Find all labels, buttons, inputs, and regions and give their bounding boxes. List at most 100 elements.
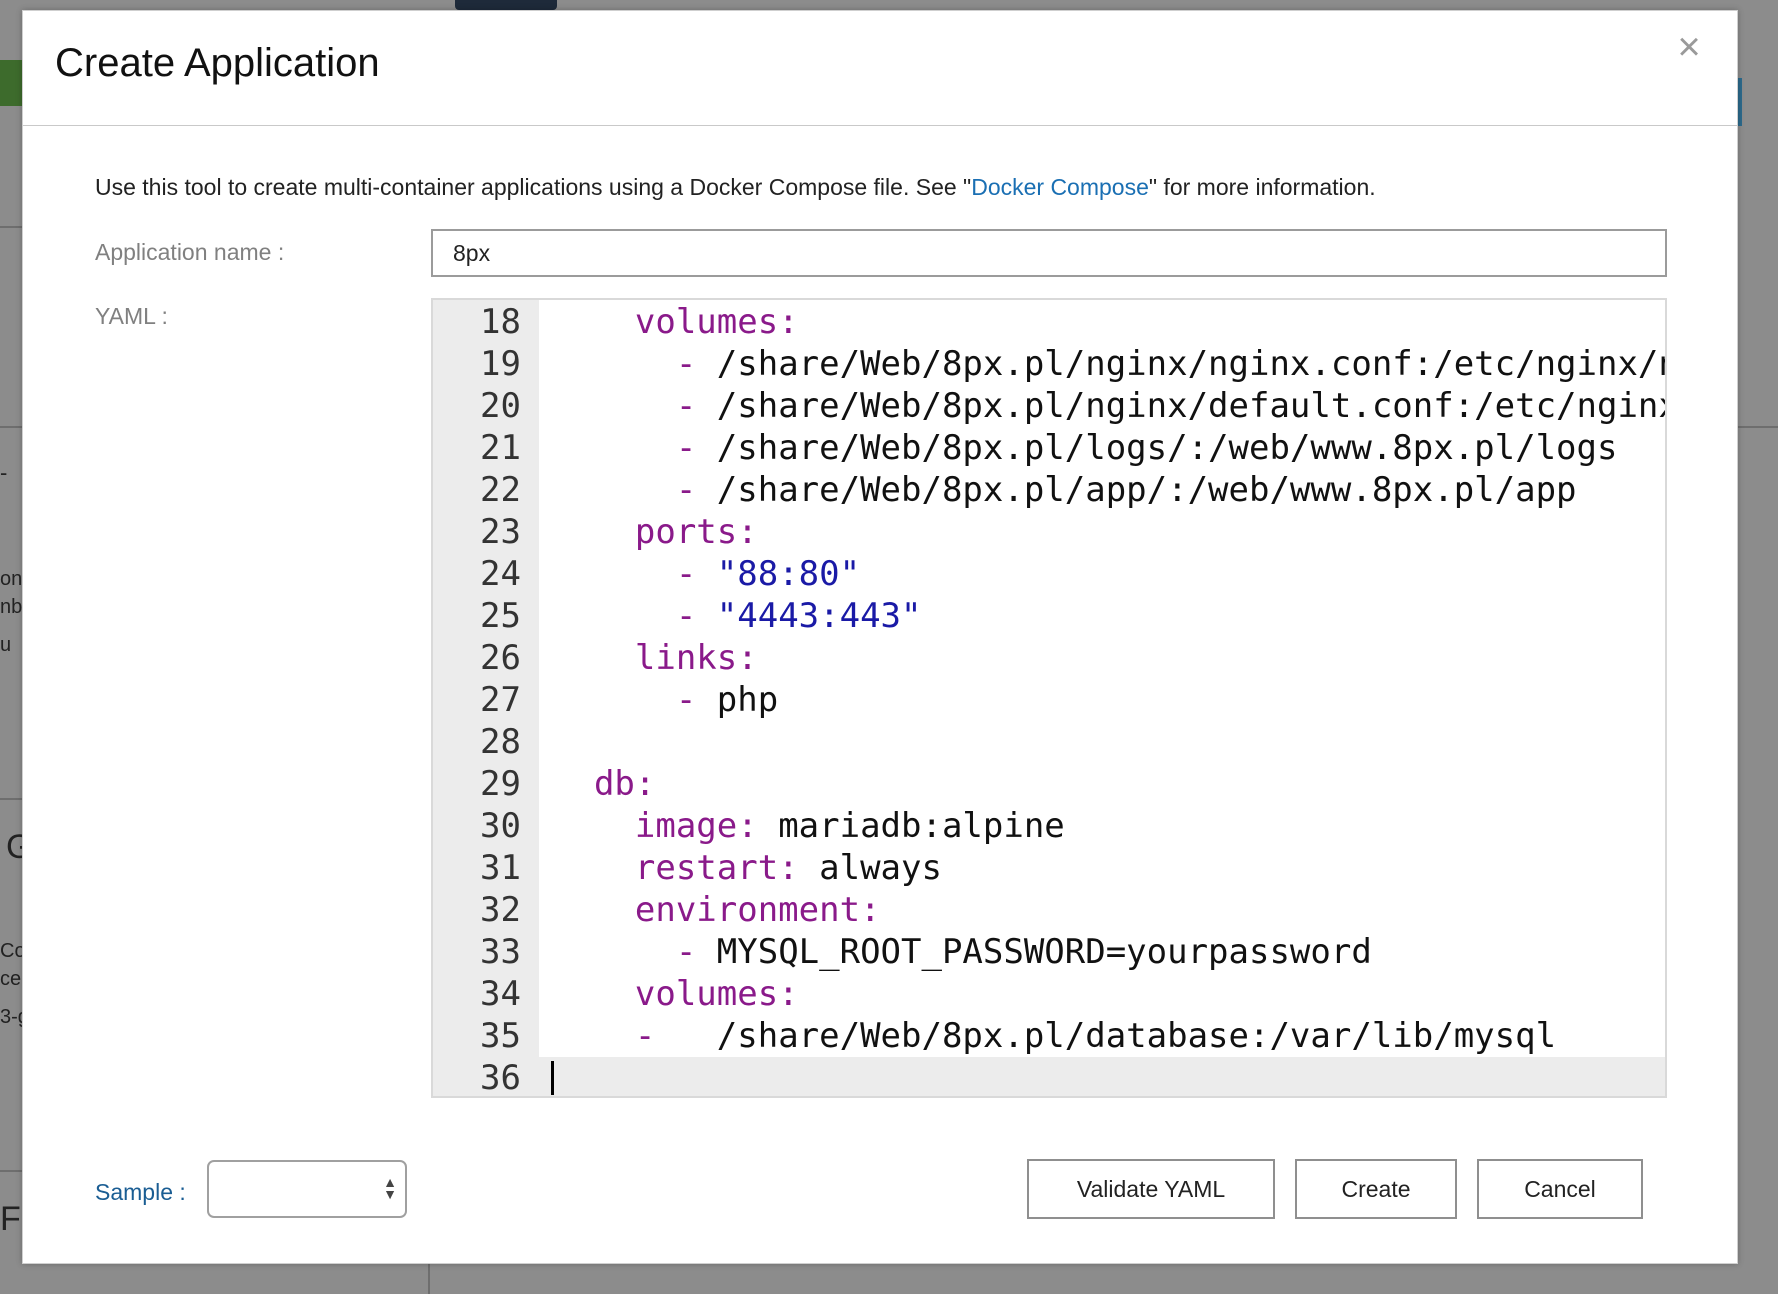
yaml-key: links:	[634, 638, 758, 678]
yaml-key: environment:	[634, 890, 881, 930]
yaml-dash: -	[675, 344, 717, 384]
yaml-key: volumes:	[634, 302, 799, 342]
background-text: nb	[0, 596, 23, 618]
code-line: 27 - php	[433, 679, 1665, 721]
docker-compose-link[interactable]: Docker Compose	[971, 174, 1149, 200]
code-text: image: mariadb:alpine	[553, 805, 1065, 847]
line-number: 34	[480, 974, 521, 1014]
code-text: links:	[553, 637, 758, 679]
code-text: volumes:	[553, 973, 799, 1015]
code-line: 23 ports:	[433, 511, 1665, 553]
line-number: 27	[480, 680, 521, 720]
background-text: -	[0, 460, 8, 485]
code-line: 32 environment:	[433, 889, 1665, 931]
yaml-dash: -	[675, 470, 717, 510]
code-line: 26 links:	[433, 637, 1665, 679]
yaml-dash: -	[675, 680, 717, 720]
yaml-dash: -	[675, 596, 717, 636]
cancel-button[interactable]: Cancel	[1477, 1159, 1643, 1219]
line-number: 24	[480, 554, 521, 594]
line-number: 25	[480, 596, 521, 636]
yaml-key: restart:	[634, 848, 799, 888]
background-divider	[0, 226, 22, 228]
code-line: 20 - /share/Web/8px.pl/nginx/default.con…	[433, 385, 1665, 427]
yaml-dash: -	[675, 428, 717, 468]
create-application-dialog: Create Application × Use this tool to cr…	[22, 10, 1738, 1264]
dialog-header: Create Application ×	[23, 11, 1737, 126]
code-text: - "4443:443"	[553, 595, 922, 637]
yaml-value: /share/Web/8px.pl/app/:/web/www.8px.pl/a…	[716, 470, 1577, 510]
sample-select[interactable]: ▲ ▼	[207, 1160, 407, 1218]
yaml-string: "4443:443"	[716, 596, 922, 636]
intro-text: Use this tool to create multi-container …	[95, 174, 1376, 201]
line-number: 18	[480, 302, 521, 342]
line-number: 19	[480, 344, 521, 384]
yaml-value: mariadb:alpine	[757, 806, 1065, 846]
dialog-title: Create Application	[55, 41, 380, 85]
code-line: 36	[433, 1057, 1665, 1098]
yaml-dash: -	[675, 932, 717, 972]
yaml-dash: -	[634, 1016, 717, 1056]
yaml-value: /share/Web/8px.pl/logs/:/web/www.8px.pl/…	[716, 428, 1618, 468]
application-name-label: Application name :	[95, 239, 285, 265]
line-number: 30	[480, 806, 521, 846]
line-number: 22	[480, 470, 521, 510]
yaml-value: /share/Web/8px.pl/database:/var/lib/mysq…	[716, 1016, 1557, 1056]
code-text: ports:	[553, 511, 758, 553]
line-number: 35	[480, 1016, 521, 1056]
code-line: 28	[433, 721, 1665, 763]
line-number: 31	[480, 848, 521, 888]
yaml-value: php	[716, 680, 779, 720]
code-text: - /share/Web/8px.pl/logs/:/web/www.8px.p…	[553, 427, 1618, 469]
background-text: u	[0, 634, 12, 656]
line-number: 33	[480, 932, 521, 972]
application-name-input[interactable]	[431, 229, 1667, 277]
yaml-editor[interactable]: 18 volumes: 19 - /share/Web/8px.pl/nginx/…	[431, 298, 1667, 1098]
line-number: 28	[480, 722, 521, 762]
yaml-key: db:	[593, 764, 656, 804]
code-text: - "88:80"	[553, 553, 860, 595]
yaml-key: image:	[634, 806, 758, 846]
code-line: 33 - MYSQL_ROOT_PASSWORD=yourpassword	[433, 931, 1665, 973]
line-number: 23	[480, 512, 521, 552]
line-number: 36	[480, 1058, 521, 1098]
code-text: restart: always	[553, 847, 942, 889]
code-text: - /share/Web/8px.pl/app/:/web/www.8px.pl…	[553, 469, 1577, 511]
code-line: 18 volumes:	[433, 301, 1665, 343]
code-text: - /share/Web/8px.pl/database:/var/lib/my…	[553, 1015, 1556, 1057]
create-button[interactable]: Create	[1295, 1159, 1457, 1219]
code-line: 34 volumes:	[433, 973, 1665, 1015]
code-text: - /share/Web/8px.pl/nginx/nginx.conf:/et…	[553, 343, 1665, 385]
line-number: 21	[480, 428, 521, 468]
code-line: 22 - /share/Web/8px.pl/app/:/web/www.8px…	[433, 469, 1665, 511]
close-icon[interactable]: ×	[1667, 25, 1711, 69]
yaml-dash: -	[675, 386, 717, 426]
validate-yaml-button[interactable]: Validate YAML	[1027, 1159, 1275, 1219]
intro-text-after: " for more information.	[1148, 174, 1376, 200]
background-divider	[1738, 426, 1778, 428]
background-divider	[0, 798, 22, 800]
line-number: 26	[480, 638, 521, 678]
background-divider	[428, 1264, 430, 1294]
code-text: - /share/Web/8px.pl/nginx/default.conf:/…	[553, 385, 1665, 427]
sample-label: Sample :	[95, 1179, 186, 1205]
background-thumbnail	[0, 60, 22, 106]
code-text: - MYSQL_ROOT_PASSWORD=yourpassword	[553, 931, 1372, 973]
code-line: 21 - /share/Web/8px.pl/logs/:/web/www.8p…	[433, 427, 1665, 469]
background-divider	[0, 426, 22, 428]
line-number: 20	[480, 386, 521, 426]
